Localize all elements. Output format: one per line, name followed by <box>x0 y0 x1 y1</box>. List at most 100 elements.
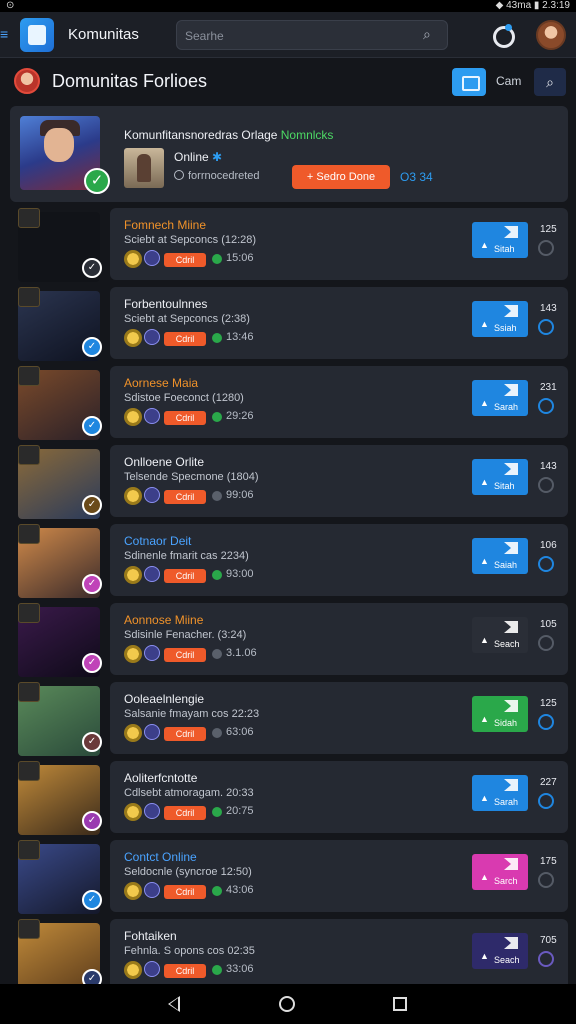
featured-action-button[interactable]: + Sedro Done <box>292 165 390 189</box>
row-tag[interactable]: Cdril <box>164 411 206 425</box>
search-icon[interactable]: ⌕ <box>423 26 431 43</box>
shield-icon <box>144 645 160 661</box>
shield-icon <box>144 803 160 819</box>
flag-icon <box>504 621 518 633</box>
row-tag[interactable]: Cdril <box>164 727 206 741</box>
row-count: 125 <box>540 698 557 709</box>
row-tag[interactable]: Cdril <box>164 648 206 662</box>
verified-icon: ✓ <box>82 653 102 673</box>
flag-icon <box>504 463 518 475</box>
status-dot-icon <box>212 649 222 659</box>
row-status-icon[interactable] <box>538 477 554 493</box>
list-item[interactable]: ✓ Forbentoulnnes Sciebt at Sepconcs (2:3… <box>10 287 568 363</box>
rank-icon <box>18 682 40 702</box>
row-count: 125 <box>540 224 557 235</box>
row-status-icon[interactable] <box>538 872 554 888</box>
row-tag[interactable]: Cdril <box>164 253 206 267</box>
row-subtitle: Cdlsebt atmoragam. 20:33 <box>124 787 254 799</box>
row-count: 227 <box>540 777 557 788</box>
row-action-button[interactable]: ▲ Seach <box>472 617 528 653</box>
row-card[interactable]: Ooleaelnlengie Salsanie fmayam cos 22:23… <box>110 682 568 754</box>
list-item[interactable]: ✓ Fomnech Miine Sciebt at Sepconcs (12:2… <box>10 208 568 284</box>
section-header: Domunitas Forlioes Cam ⌕ <box>0 60 576 104</box>
featured-card[interactable]: ✓ Komunfitansnoredras Orlage Nomnlcks On… <box>10 106 568 202</box>
shield-icon <box>144 408 160 424</box>
status-dot-icon <box>212 807 222 817</box>
app-logo-icon[interactable] <box>20 18 54 52</box>
row-status-icon[interactable] <box>538 793 554 809</box>
up-icon: ▲ <box>480 951 489 961</box>
row-action-button[interactable]: ▲ Sitah <box>472 459 528 495</box>
row-action-label: Saiah <box>494 560 518 570</box>
list-item[interactable]: ✓ Cotnaor Deit Sdinenle fmarit cas 2234)… <box>10 524 568 600</box>
menu-icon[interactable]: ≡ <box>0 27 12 41</box>
list-item[interactable]: ✓ Aornese Maia Sdistoe Foeconct (1280) C… <box>10 366 568 442</box>
status-dot-icon <box>212 333 222 343</box>
search-input[interactable] <box>185 27 405 45</box>
home-icon[interactable] <box>279 996 295 1012</box>
row-tag[interactable]: Cdril <box>164 569 206 583</box>
row-status-icon[interactable] <box>538 398 554 414</box>
list-item[interactable]: ✓ Aoliterfcntotte Cdlsebt atmoragam. 20:… <box>10 761 568 837</box>
section-search-button[interactable]: ⌕ <box>534 68 566 96</box>
row-action-button[interactable]: ▲ Saiah <box>472 538 528 574</box>
back-icon[interactable] <box>168 996 180 1012</box>
user-avatar[interactable] <box>536 20 566 50</box>
row-tag[interactable]: Cdril <box>164 885 206 899</box>
row-card[interactable]: Fohtaiken Fehnla. S opons cos 02:35 Cdri… <box>110 919 568 991</box>
community-avatar[interactable] <box>14 68 40 94</box>
row-card[interactable]: Aoliterfcntotte Cdlsebt atmoragam. 20:33… <box>110 761 568 833</box>
rank-icon <box>18 287 40 307</box>
notification-icon[interactable] <box>490 24 515 48</box>
flag-icon <box>504 226 518 238</box>
row-card[interactable]: Onlloene Orlite Telsende Specmone (1804)… <box>110 445 568 517</box>
row-card[interactable]: Forbentoulnnes Sciebt at Sepconcs (2:38)… <box>110 287 568 359</box>
coin-icon <box>124 961 142 979</box>
row-title: Aonnose Miine <box>124 613 204 627</box>
row-action-button[interactable]: ▲ Ssiah <box>472 301 528 337</box>
row-tag[interactable]: Cdril <box>164 964 206 978</box>
row-action-button[interactable]: ▲ Sarah <box>472 775 528 811</box>
row-action-label: Ssiah <box>494 323 517 333</box>
section-button-label[interactable]: Cam <box>496 74 521 88</box>
row-card[interactable]: Fomnech Miine Sciebt at Sepconcs (12:28)… <box>110 208 568 280</box>
list-item[interactable]: ✓ Onlloene Orlite Telsende Specmone (180… <box>10 445 568 521</box>
coin-icon <box>124 724 142 742</box>
list-item[interactable]: ✓ Ooleaelnlengie Salsanie fmayam cos 22:… <box>10 682 568 758</box>
row-status-icon[interactable] <box>538 240 554 256</box>
row-card[interactable]: Cotnaor Deit Sdinenle fmarit cas 2234) C… <box>110 524 568 596</box>
row-action-button[interactable]: ▲ Sitah <box>472 222 528 258</box>
row-count: 231 <box>540 382 557 393</box>
shield-icon <box>144 250 160 266</box>
row-time: 99:06 <box>226 489 254 501</box>
row-card[interactable]: Contct Online Seldocnle (syncroe 12:50) … <box>110 840 568 912</box>
row-action-button[interactable]: ▲ Sarch <box>472 854 528 890</box>
row-action-button[interactable]: ▲ Sidah <box>472 696 528 732</box>
row-status-icon[interactable] <box>538 951 554 967</box>
row-status-icon[interactable] <box>538 319 554 335</box>
chat-button[interactable] <box>452 68 486 96</box>
row-count: 705 <box>540 935 557 946</box>
row-status-icon[interactable] <box>538 556 554 572</box>
up-icon: ▲ <box>480 398 489 408</box>
list-item[interactable]: ✓ Contct Online Seldocnle (syncroe 12:50… <box>10 840 568 916</box>
row-tag[interactable]: Cdril <box>164 332 206 346</box>
row-status-icon[interactable] <box>538 635 554 651</box>
coin-icon <box>124 566 142 584</box>
search-bar[interactable]: ⌕ <box>176 20 448 50</box>
row-status-icon[interactable] <box>538 714 554 730</box>
row-action-button[interactable]: ▲ Sarah <box>472 380 528 416</box>
row-tag[interactable]: Cdril <box>164 490 206 504</box>
rank-icon <box>18 366 40 386</box>
row-time: 15:06 <box>226 252 254 264</box>
row-title: Fomnech Miine <box>124 218 207 232</box>
list-item[interactable]: ✓ Aonnose Miine Sdisinle Fenacher. (3:24… <box>10 603 568 679</box>
row-card[interactable]: Aonnose Miine Sdisinle Fenacher. (3:24) … <box>110 603 568 675</box>
row-action-button[interactable]: ▲ Seach <box>472 933 528 969</box>
recents-icon[interactable] <box>393 997 407 1011</box>
row-action-label: Seach <box>494 639 520 649</box>
row-time: 63:06 <box>226 726 254 738</box>
row-tag[interactable]: Cdril <box>164 806 206 820</box>
shield-icon <box>144 329 160 345</box>
row-card[interactable]: Aornese Maia Sdistoe Foeconct (1280) Cdr… <box>110 366 568 438</box>
